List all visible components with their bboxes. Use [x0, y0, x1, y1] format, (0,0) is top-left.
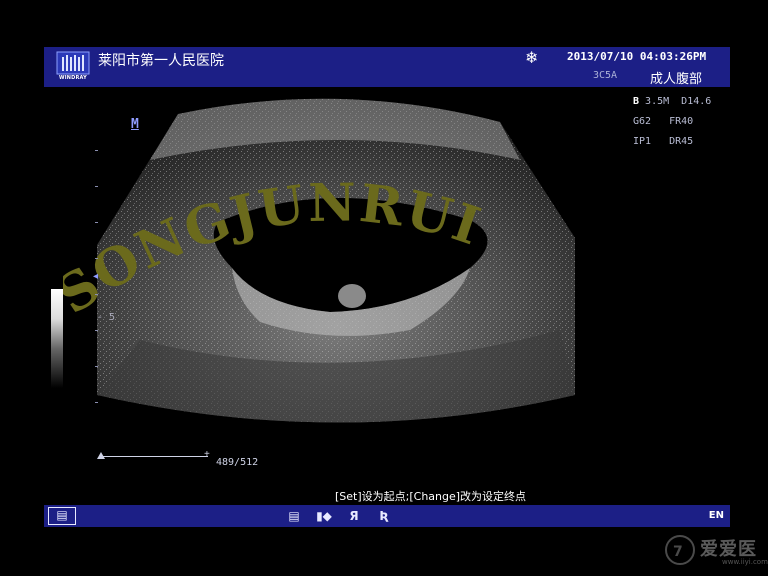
language-indicator[interactable]: EN [709, 510, 724, 521]
cine-icon[interactable]: ▮◆ [316, 509, 332, 523]
focus-marker-icon: ◂ [93, 271, 99, 282]
keyboard-icon[interactable]: ▤ [48, 507, 76, 525]
rotate-l-icon[interactable]: Ʀ [376, 509, 392, 523]
grayscale-bar [51, 289, 63, 388]
depth-label: - 5 [97, 312, 116, 323]
brand-url: www.iiyi.com [722, 558, 768, 566]
hint-text: [Set]设为起点;[Change]改为设定终点 [335, 490, 527, 503]
measure-start-icon [97, 452, 105, 459]
orientation-marker: M [131, 117, 139, 132]
document-icon[interactable]: ▤ [286, 509, 302, 523]
rotate-r-icon[interactable]: Я [346, 509, 362, 523]
measurement-value: 489/512 [216, 457, 259, 468]
measure-line [100, 456, 208, 457]
measure-end-icon: + [204, 449, 210, 460]
site-brand: 7 爱爱医 www.iiyi.com [660, 532, 768, 572]
svg-text:7: 7 [673, 544, 683, 560]
brand-logo-icon: 7 [665, 535, 695, 565]
watermark: SONGJUNRUI [63, 172, 489, 326]
footer-bar: ▤ ▤ ▮◆ Я Ʀ EN [44, 505, 730, 527]
watermark-text: SONGJUNRUI [63, 172, 489, 326]
